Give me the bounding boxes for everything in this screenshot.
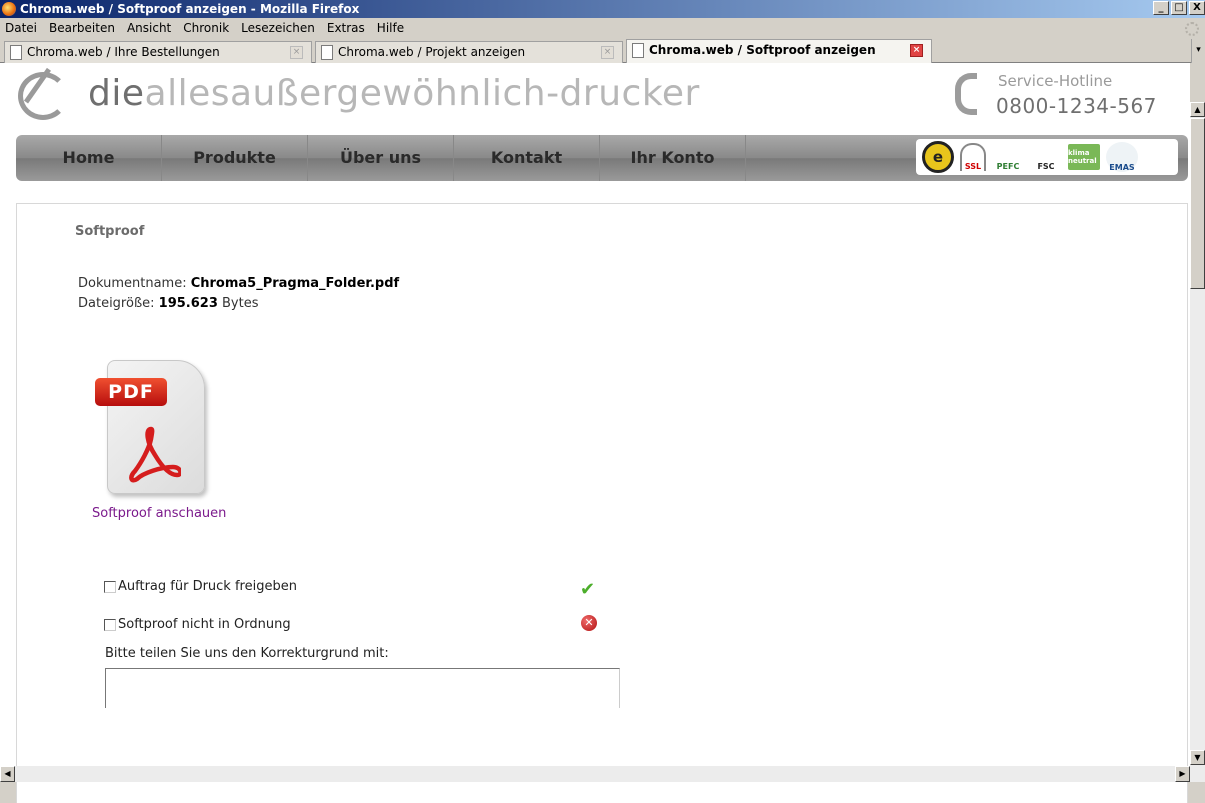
scroll-right-button[interactable]: ▶	[1175, 766, 1190, 782]
tab-close-icon[interactable]: ×	[290, 46, 303, 59]
tab-label: Chroma.web / Projekt anzeigen	[338, 45, 526, 59]
tab-close-icon[interactable]: ×	[601, 46, 614, 59]
tab-close-icon[interactable]: ×	[910, 44, 923, 57]
page-icon	[321, 45, 333, 60]
vertical-scrollbar[interactable]	[1190, 103, 1205, 766]
tab-softproof[interactable]: Chroma.web / Softproof anzeigen ×	[626, 39, 932, 63]
approve-option[interactable]: Auftrag für Druck freigeben	[104, 579, 297, 594]
brand-logo	[18, 72, 68, 120]
correction-reason-textarea[interactable]	[105, 668, 620, 708]
throbber-icon	[1185, 22, 1199, 36]
reject-label: Softproof nicht in Ordnung	[118, 617, 291, 632]
menu-ansicht[interactable]: Ansicht	[122, 18, 178, 38]
document-name-line: Dokumentname: Chroma5_Pragma_Folder.pdf	[78, 276, 400, 291]
close-button[interactable]: X	[1189, 1, 1205, 15]
error-x-icon: ✕	[581, 615, 597, 631]
section-heading: Softproof	[75, 224, 145, 239]
file-size-value: 195.623	[158, 296, 218, 311]
tab-bestellungen[interactable]: Chroma.web / Ihre Bestellungen ×	[4, 41, 312, 63]
trust-badges: e SSL PEFC FSC klima neutral EMAS	[916, 139, 1178, 175]
menu-bearbeiten[interactable]: Bearbeiten	[44, 18, 122, 38]
nav-kontakt[interactable]: Kontakt	[454, 135, 600, 181]
fsc-icon: FSC	[1037, 162, 1055, 171]
nav-ihr-konto[interactable]: Ihr Konto	[600, 135, 746, 181]
pdf-label: PDF	[95, 378, 167, 406]
menu-datei[interactable]: Datei	[0, 18, 44, 38]
view-softproof-link[interactable]: Softproof anschauen	[92, 506, 226, 521]
file-size-line: Dateigröße: 195.623 Bytes	[78, 296, 259, 311]
page-icon	[10, 45, 22, 60]
menu-chronik[interactable]: Chronik	[178, 18, 236, 38]
reject-checkbox[interactable]	[104, 618, 116, 631]
correction-reason-label: Bitte teilen Sie uns den Korrekturgrund …	[105, 646, 389, 661]
pdf-document-icon[interactable]: PDF	[95, 360, 209, 498]
menu-hilfe[interactable]: Hilfe	[372, 18, 411, 38]
tab-label: Chroma.web / Ihre Bestellungen	[27, 45, 220, 59]
approve-checkbox[interactable]	[104, 580, 116, 593]
menu-bar: Datei Bearbeiten Ansicht Chronik Lesezei…	[0, 18, 1205, 38]
content-panel	[16, 203, 1188, 803]
menu-extras[interactable]: Extras	[322, 18, 372, 38]
scroll-left-button[interactable]: ◀	[0, 766, 15, 782]
emas-icon: EMAS	[1106, 142, 1138, 172]
trusted-shops-icon[interactable]: e	[922, 141, 954, 173]
brand-name[interactable]: dieallesaußergewöhnlich-drucker	[88, 73, 700, 114]
window-titlebar: Chroma.web / Softproof anzeigen - Mozill…	[0, 0, 1205, 18]
minimize-button[interactable]: _	[1153, 1, 1169, 15]
tab-bar: Chroma.web / Ihre Bestellungen × Chroma.…	[0, 38, 1205, 63]
nav-produkte[interactable]: Produkte	[162, 135, 308, 181]
hotline-number: 0800-1234-567	[996, 94, 1157, 118]
pefc-icon: PEFC	[996, 162, 1020, 171]
firefox-icon	[2, 2, 16, 16]
scroll-down-button[interactable]: ▼	[1190, 750, 1205, 765]
scroll-up-button[interactable]: ▲	[1190, 102, 1205, 117]
horizontal-scrollbar[interactable]	[0, 766, 1205, 782]
ssl-lock-icon: SSL	[960, 143, 986, 171]
vertical-scroll-thumb[interactable]	[1190, 118, 1205, 289]
tab-label: Chroma.web / Softproof anzeigen	[649, 43, 876, 57]
window-title: Chroma.web / Softproof anzeigen - Mozill…	[20, 2, 360, 16]
tab-list-button[interactable]: ▾	[1191, 39, 1205, 63]
nav-ueber-uns[interactable]: Über uns	[308, 135, 454, 181]
phone-icon	[955, 73, 977, 115]
reject-option[interactable]: Softproof nicht in Ordnung	[104, 617, 291, 632]
window-controls: _ □ X	[1153, 1, 1205, 15]
approve-label: Auftrag für Druck freigeben	[118, 579, 297, 594]
tab-projekt[interactable]: Chroma.web / Projekt anzeigen ×	[315, 41, 623, 63]
checkmark-icon: ✔	[580, 579, 596, 600]
page-icon	[632, 43, 644, 58]
menu-lesezeichen[interactable]: Lesezeichen	[236, 18, 322, 38]
acrobat-icon	[129, 426, 181, 483]
hotline-label: Service-Hotline	[998, 72, 1113, 90]
nav-home[interactable]: Home	[16, 135, 162, 181]
klimaneutral-icon: klima neutral	[1068, 144, 1100, 170]
document-name-value: Chroma5_Pragma_Folder.pdf	[190, 276, 400, 291]
maximize-button[interactable]: □	[1171, 1, 1187, 15]
